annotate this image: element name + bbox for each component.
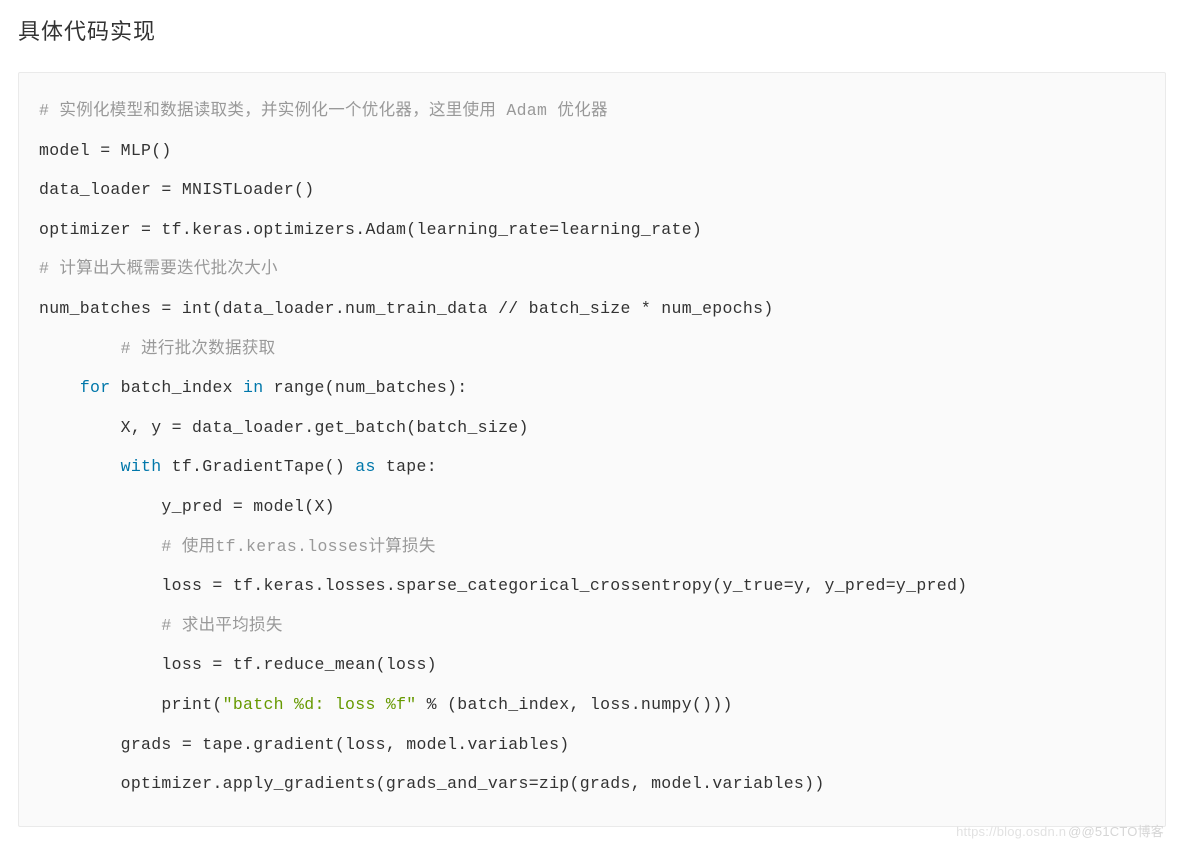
code-text: print( — [161, 695, 222, 714]
code-text: range(num_batches): — [263, 378, 467, 397]
code-keyword: in — [243, 378, 263, 397]
code-text: tape: — [376, 457, 437, 476]
code-text: % (batch_index, loss.numpy())) — [416, 695, 732, 714]
code-line: X, y = data_loader.get_batch(batch_size) — [39, 408, 1145, 448]
code-line: optimizer = tf.keras.optimizers.Adam(lea… — [39, 210, 1145, 250]
code-text: tf.GradientTape() — [161, 457, 355, 476]
code-text: data_loader = MNISTLoader() — [39, 180, 314, 199]
code-line: num_batches = int(data_loader.num_train_… — [39, 289, 1145, 329]
section-heading: 具体代码实现 — [0, 0, 1184, 58]
code-block: # 实例化模型和数据读取类，并实例化一个优化器，这里使用 Adam 优化器 mod… — [18, 72, 1166, 827]
code-keyword: with — [121, 457, 162, 476]
code-line: grads = tape.gradient(loss, model.variab… — [39, 725, 1145, 765]
code-line: for batch_index in range(num_batches): — [39, 368, 1145, 408]
code-line: # 求出平均损失 — [39, 606, 1145, 646]
code-keyword: for — [80, 378, 111, 397]
code-line: y_pred = model(X) — [39, 487, 1145, 527]
code-line: # 实例化模型和数据读取类，并实例化一个优化器，这里使用 Adam 优化器 — [39, 91, 1145, 131]
code-comment: # 实例化模型和数据读取类，并实例化一个优化器，这里使用 Adam 优化器 — [39, 101, 608, 120]
code-comment: # 使用tf.keras.losses计算损失 — [161, 537, 435, 556]
code-line: loss = tf.reduce_mean(loss) — [39, 645, 1145, 685]
code-line: # 使用tf.keras.losses计算损失 — [39, 527, 1145, 567]
code-line: model = MLP() — [39, 131, 1145, 171]
code-text: optimizer.apply_gradients(grads_and_vars… — [121, 774, 825, 793]
code-line: with tf.GradientTape() as tape: — [39, 447, 1145, 487]
code-text: y_pred = model(X) — [161, 497, 334, 516]
code-text: model = MLP() — [39, 141, 172, 160]
code-line: data_loader = MNISTLoader() — [39, 170, 1145, 210]
code-comment: # 进行批次数据获取 — [121, 339, 276, 358]
code-text: grads = tape.gradient(loss, model.variab… — [121, 735, 570, 754]
code-text: loss = tf.reduce_mean(loss) — [161, 655, 436, 674]
code-comment: # 计算出大概需要迭代批次大小 — [39, 259, 278, 278]
code-text: loss = tf.keras.losses.sparse_categorica… — [161, 576, 967, 595]
code-line: print("batch %d: loss %f" % (batch_index… — [39, 685, 1145, 725]
code-text: num_batches = int(data_loader.num_train_… — [39, 299, 774, 318]
code-line: loss = tf.keras.losses.sparse_categorica… — [39, 566, 1145, 606]
code-text: batch_index — [110, 378, 243, 397]
code-line: # 进行批次数据获取 — [39, 329, 1145, 369]
code-text: optimizer = tf.keras.optimizers.Adam(lea… — [39, 220, 702, 239]
code-comment: # 求出平均损失 — [161, 616, 282, 635]
code-keyword: as — [355, 457, 375, 476]
code-string: "batch %d: loss %f" — [223, 695, 417, 714]
code-text: X, y = data_loader.get_batch(batch_size) — [121, 418, 529, 437]
code-line: optimizer.apply_gradients(grads_and_vars… — [39, 764, 1145, 804]
code-line: # 计算出大概需要迭代批次大小 — [39, 249, 1145, 289]
